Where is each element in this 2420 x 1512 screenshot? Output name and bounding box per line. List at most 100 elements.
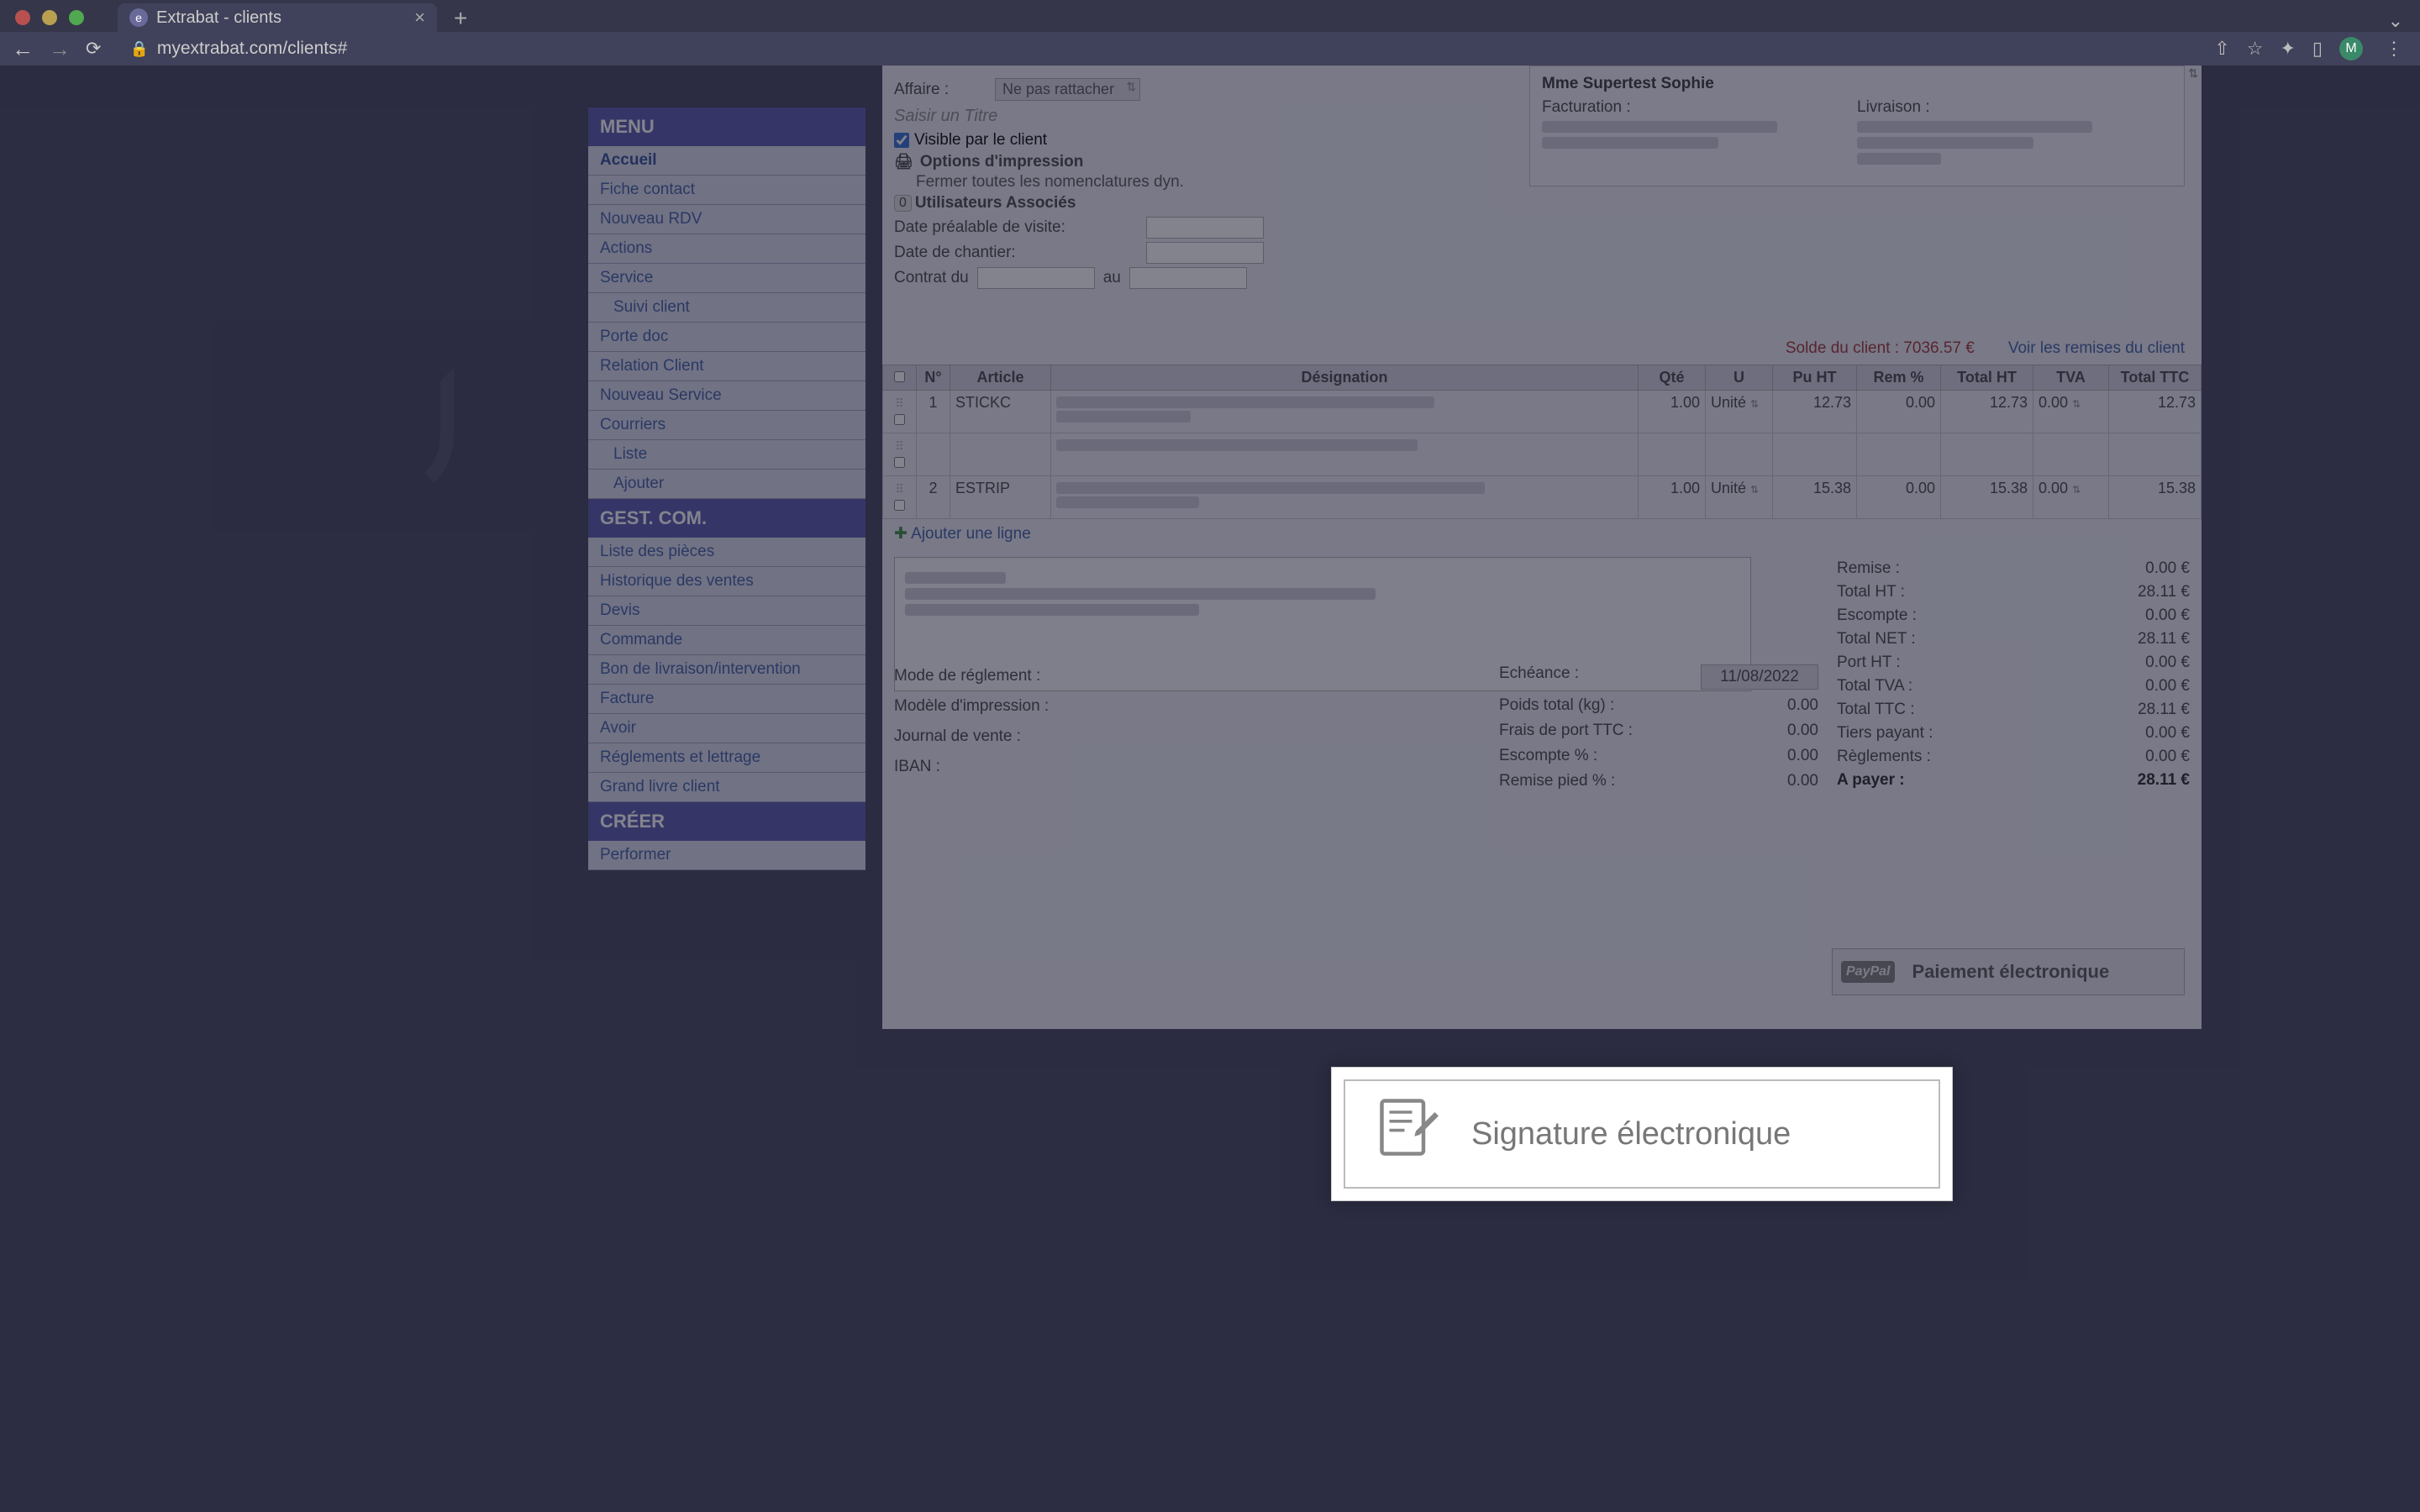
- select-all-checkbox[interactable]: [894, 371, 905, 382]
- cell-article[interactable]: STICKC: [950, 391, 1051, 433]
- cell-rem[interactable]: 0.00: [1857, 476, 1941, 519]
- add-line-button[interactable]: Ajouter une ligne: [882, 519, 2202, 549]
- sidebar-item-bon-livraison[interactable]: Bon de livraison/intervention: [588, 655, 865, 685]
- browser-tab[interactable]: e Extrabat - clients ×: [118, 3, 437, 32]
- payment-box[interactable]: PayPal Paiement électronique: [1832, 948, 2185, 995]
- contrat-end-input[interactable]: [1129, 267, 1247, 289]
- sidebar-item-fiche-contact[interactable]: Fiche contact: [588, 176, 865, 205]
- browser-menu-icon[interactable]: ⋮: [2380, 38, 2408, 60]
- sidebar-item-grand-livre[interactable]: Grand livre client: [588, 773, 865, 802]
- sidebar-item-facture[interactable]: Facture: [588, 685, 865, 714]
- col-rem: Rem %: [1857, 365, 1941, 391]
- browser-chrome: e Extrabat - clients × + ⌄ ← → ⟳ 🔒 myext…: [0, 0, 2420, 66]
- sidebar-item-liste-pieces[interactable]: Liste des pièces: [588, 538, 865, 567]
- close-window-icon[interactable]: [15, 10, 30, 25]
- cell-num: 2: [917, 476, 950, 519]
- cell-qte[interactable]: 1.00: [1639, 391, 1706, 433]
- new-tab-button[interactable]: +: [437, 5, 484, 32]
- sidebar-item-performer[interactable]: Performer: [588, 841, 865, 870]
- col-totalttc: Total TTC: [2109, 365, 2202, 391]
- sidebar-item-ajouter[interactable]: Ajouter: [588, 470, 865, 499]
- sidebar-item-reglements-lettrage[interactable]: Réglements et lettrage: [588, 743, 865, 773]
- visible-client-checkbox[interactable]: [894, 133, 909, 148]
- contrat-start-input[interactable]: [977, 267, 1095, 289]
- close-tab-icon[interactable]: ×: [414, 7, 425, 29]
- sidebar-item-label: Bon de livraison/intervention: [600, 660, 801, 678]
- sidebar-item-label: Facture: [600, 690, 654, 707]
- sidebar-item-actions[interactable]: Actions: [588, 234, 865, 264]
- row-checkbox[interactable]: [894, 414, 905, 425]
- cell-puht[interactable]: 12.73: [1773, 391, 1857, 433]
- window-controls: [15, 10, 84, 25]
- cell-tva[interactable]: 0.00 ⇅: [2033, 391, 2109, 433]
- col-totalht: Total HT: [1941, 365, 2033, 391]
- echeance-input[interactable]: 11/08/2022: [1701, 664, 1818, 690]
- table-row[interactable]: ⠿ 1 STICKC 1.00 Unité ⇅ 12.73 0.00 12.73…: [883, 391, 2202, 433]
- row-checkbox[interactable]: [894, 457, 905, 468]
- cell-article[interactable]: ESTRIP: [950, 476, 1051, 519]
- cell-designation[interactable]: [1051, 476, 1639, 519]
- cell-puht[interactable]: 15.38: [1773, 476, 1857, 519]
- sidebar-item-label: Commande: [600, 631, 682, 648]
- extensions-icon[interactable]: ✦: [2280, 38, 2295, 60]
- total-ttc: Total TTC :28.11 €: [1837, 698, 2190, 722]
- sidebar-item-commande[interactable]: Commande: [588, 626, 865, 655]
- affaire-select[interactable]: Ne pas rattacher: [995, 78, 1140, 101]
- cell-qte[interactable]: 1.00: [1639, 476, 1706, 519]
- sidebar-item-service[interactable]: Service: [588, 264, 865, 293]
- mode-reglement-select[interactable]: [1062, 664, 1306, 688]
- sidebar-item-liste[interactable]: Liste: [588, 440, 865, 470]
- sidebar-item-avoir[interactable]: Avoir: [588, 714, 865, 743]
- cell-u[interactable]: Unité ⇅: [1706, 476, 1773, 519]
- minimize-window-icon[interactable]: [42, 10, 57, 25]
- frais-port-value[interactable]: 0.00: [1787, 722, 1818, 740]
- iban-select[interactable]: [1062, 755, 1306, 779]
- tabs-menu-icon[interactable]: ⌄: [2388, 10, 2403, 32]
- sidebar-item-accueil[interactable]: Accueil: [588, 146, 865, 176]
- drag-icon[interactable]: ⠿: [895, 396, 903, 410]
- reload-button-icon[interactable]: ⟳: [86, 38, 101, 60]
- sidebar-item-courriers[interactable]: Courriers: [588, 411, 865, 440]
- sidepanel-icon[interactable]: ▯: [2312, 38, 2323, 60]
- users-row: 0 Utilisateurs Associés: [882, 192, 2202, 215]
- cell-tva[interactable]: 0.00 ⇅: [2033, 476, 2109, 519]
- cell-designation[interactable]: [1051, 433, 1639, 476]
- drag-icon[interactable]: ⠿: [895, 482, 903, 496]
- table-row[interactable]: ⠿ 2 ESTRIP 1.00 Unité ⇅ 15.38 0.00 15.38…: [883, 476, 2202, 519]
- sidebar-item-porte-doc[interactable]: Porte doc: [588, 323, 865, 352]
- sidebar-item-suivi-client[interactable]: Suivi client: [588, 293, 865, 323]
- row-checkbox[interactable]: [894, 500, 905, 511]
- sidebar-item-nouveau-rdv[interactable]: Nouveau RDV: [588, 205, 865, 234]
- escompte-value[interactable]: 0.00: [1787, 747, 1818, 765]
- sidebar-item-label: Fiche contact: [600, 181, 695, 198]
- journal-vente-select[interactable]: [1062, 725, 1306, 748]
- cell-rem[interactable]: 0.00: [1857, 391, 1941, 433]
- forward-button-icon[interactable]: →: [49, 36, 71, 62]
- bookmark-icon[interactable]: ☆: [2247, 38, 2264, 60]
- cell-totalht: 12.73: [1941, 391, 2033, 433]
- drag-icon[interactable]: ⠿: [895, 439, 903, 453]
- sidebar-item-label: Ajouter: [613, 475, 664, 492]
- journal-vente-label: Journal de vente :: [894, 727, 1062, 746]
- cell-designation[interactable]: [1051, 391, 1639, 433]
- poids-value[interactable]: 0.00: [1787, 696, 1818, 715]
- cell-u[interactable]: Unité ⇅: [1706, 391, 1773, 433]
- signature-box[interactable]: Signature électronique: [1331, 1067, 1953, 1201]
- total-tva: Total TVA :0.00 €: [1837, 675, 2190, 698]
- sidebar-item-devis[interactable]: Devis: [588, 596, 865, 626]
- profile-avatar[interactable]: M: [2339, 37, 2363, 60]
- remise-pied-value[interactable]: 0.00: [1787, 772, 1818, 790]
- url-bar[interactable]: 🔒 myextrabat.com/clients#: [116, 35, 2199, 62]
- modele-impression-select[interactable]: [1062, 695, 1306, 718]
- sidebar-item-label: Suivi client: [613, 298, 690, 316]
- table-row[interactable]: ⠿: [883, 433, 2202, 476]
- sidebar-item-nouveau-service[interactable]: Nouveau Service: [588, 381, 865, 411]
- share-icon[interactable]: ⇧: [2214, 38, 2229, 60]
- sidebar-item-relation-client[interactable]: Relation Client: [588, 352, 865, 381]
- date-chantier-input[interactable]: [1146, 242, 1264, 264]
- maximize-window-icon[interactable]: [69, 10, 84, 25]
- sidebar-item-historique-ventes[interactable]: Historique des ventes: [588, 567, 865, 596]
- back-button-icon[interactable]: ←: [12, 36, 34, 62]
- client-remises-link[interactable]: Voir les remises du client: [2008, 339, 2185, 358]
- date-prealable-input[interactable]: [1146, 217, 1264, 239]
